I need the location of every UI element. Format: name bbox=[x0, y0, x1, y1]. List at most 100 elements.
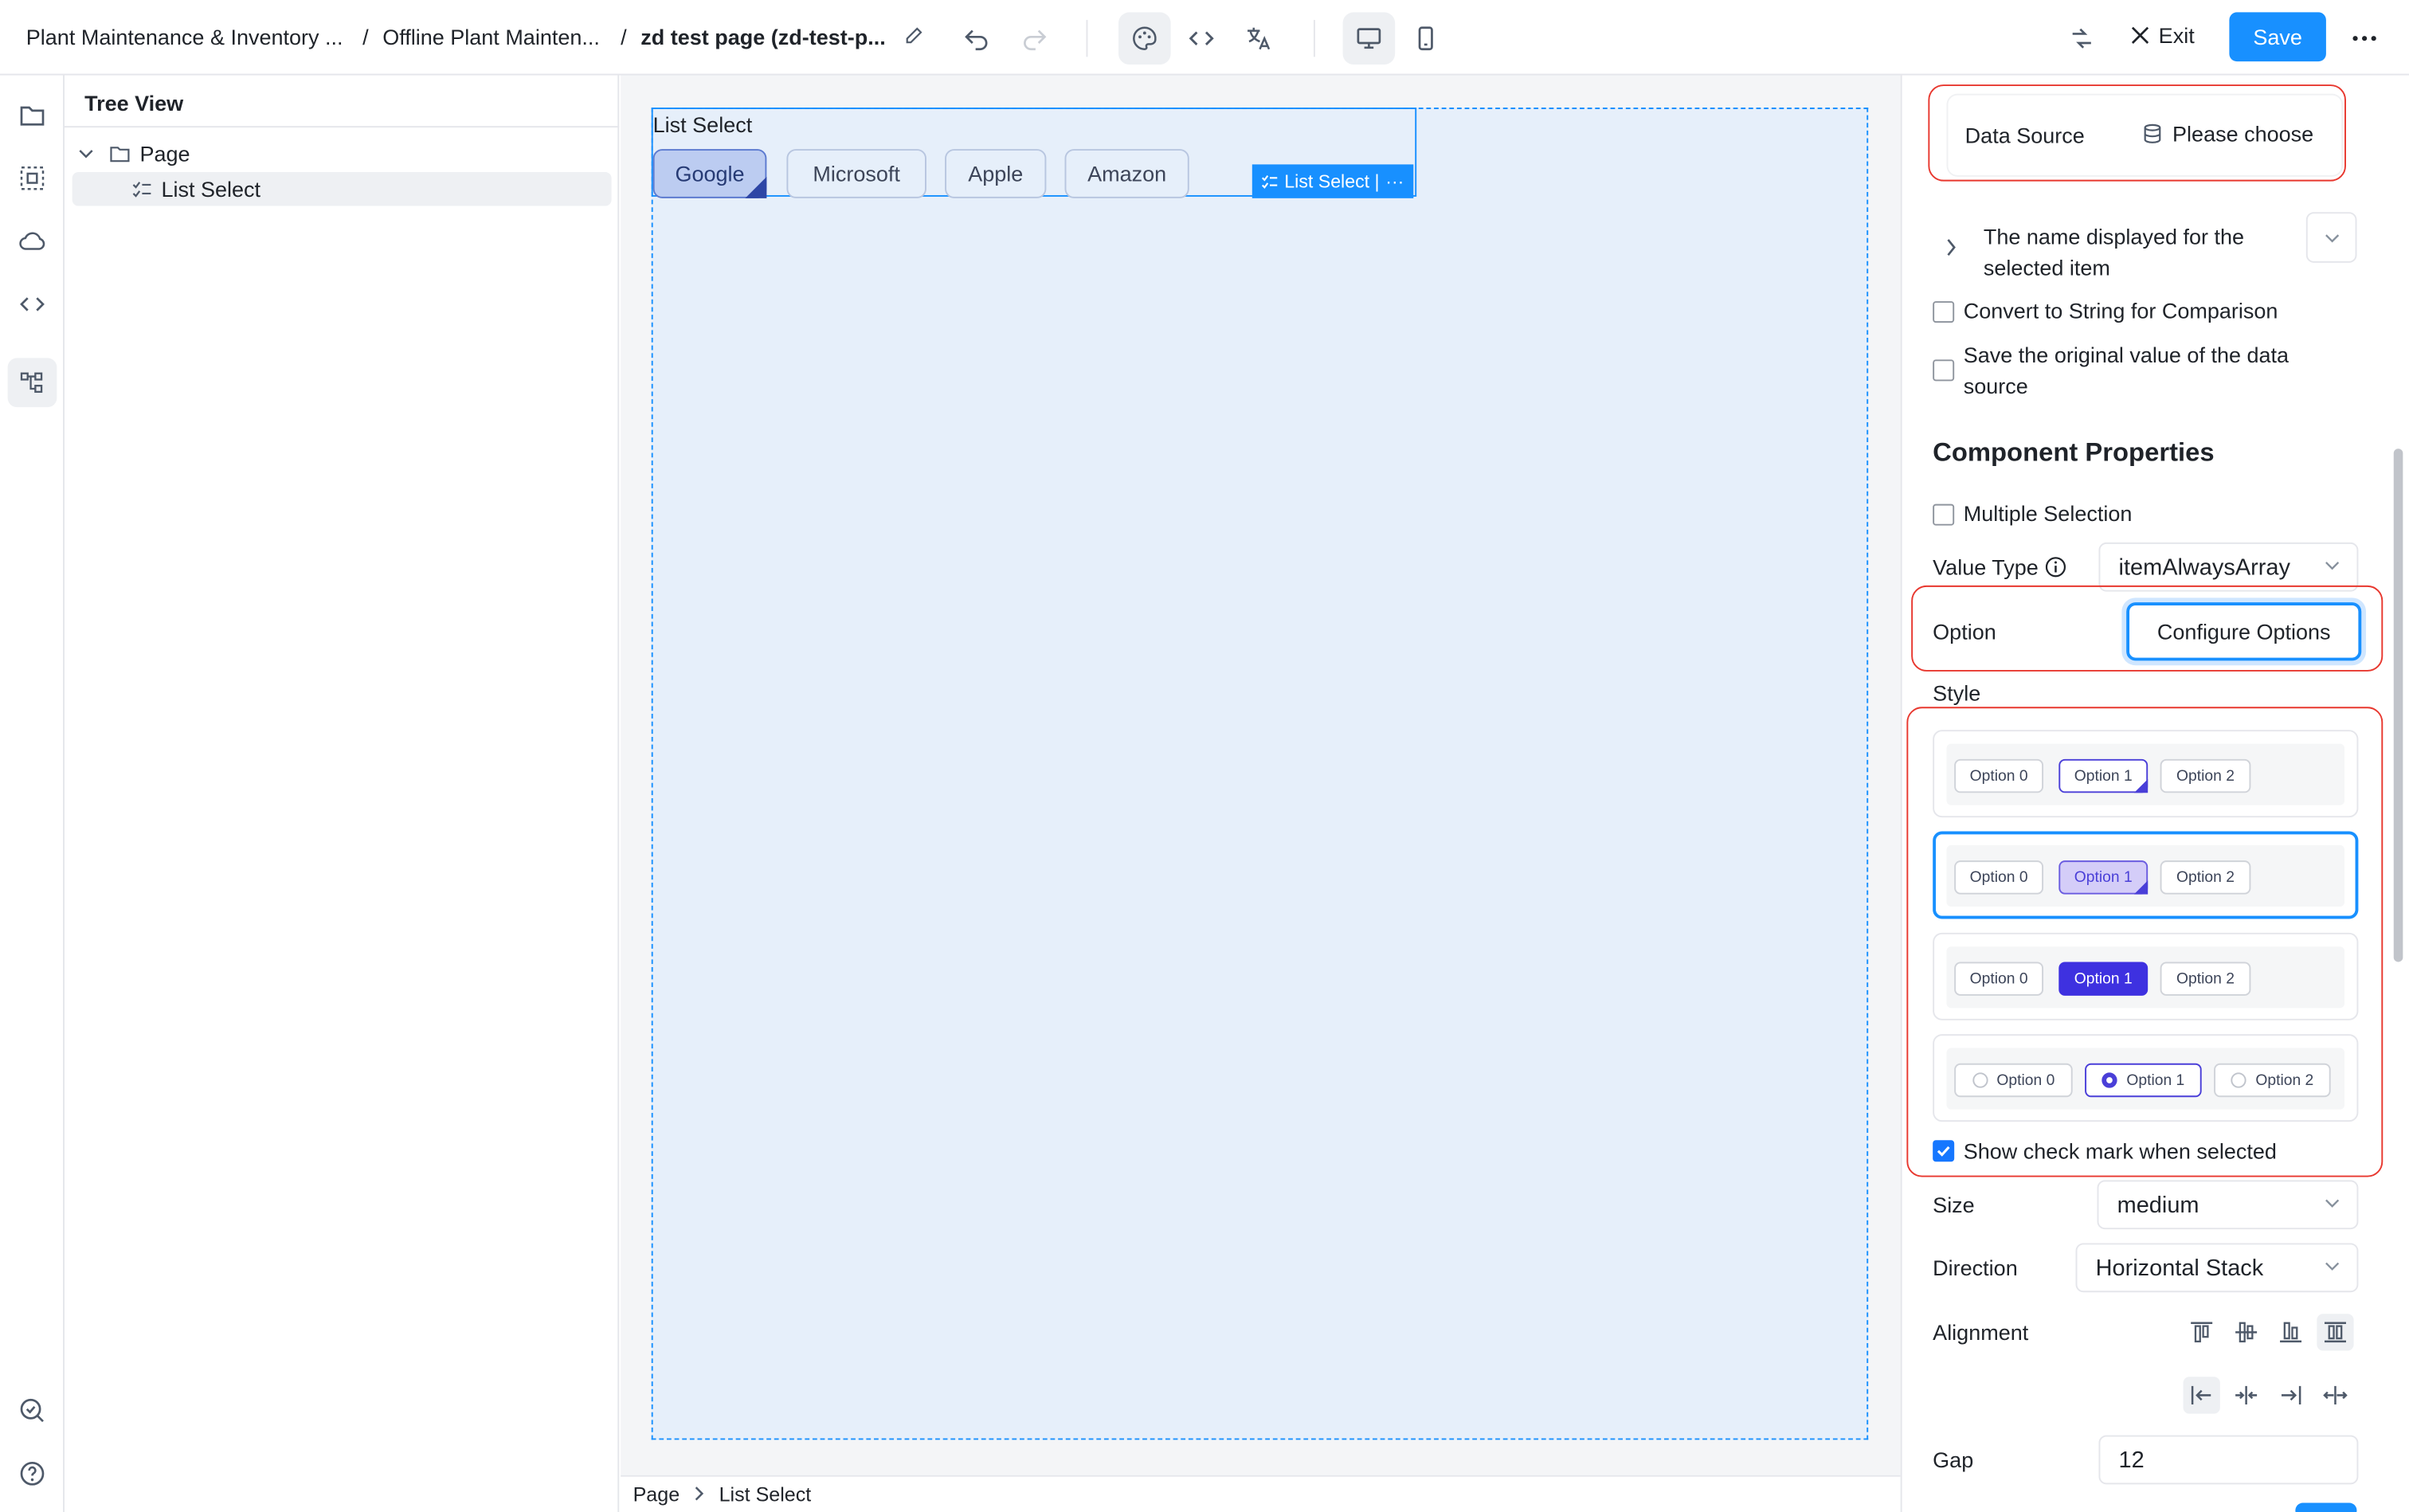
translate-icon[interactable] bbox=[1232, 12, 1285, 65]
highlight-box bbox=[1928, 84, 2346, 182]
component-tag[interactable]: List Select | ··· bbox=[1252, 164, 1413, 198]
align-bottom-icon[interactable] bbox=[2272, 1314, 2309, 1350]
style-preview-option: Option 0 bbox=[1954, 1063, 2073, 1098]
chevron-down-icon bbox=[2323, 556, 2341, 574]
multiple-selection-label: Multiple Selection bbox=[1963, 500, 2133, 526]
convert-string-label: Convert to String for Comparison bbox=[1963, 298, 2278, 323]
alignment-label: Alignment bbox=[1933, 1319, 2029, 1345]
style-preview-option: Option 1 bbox=[2058, 860, 2149, 895]
show-check-checkbox[interactable] bbox=[1933, 1140, 1955, 1162]
option-chip-apple[interactable]: Apple bbox=[945, 149, 1047, 198]
save-original-checkbox[interactable] bbox=[1933, 359, 1955, 382]
redo-icon[interactable] bbox=[1008, 12, 1060, 65]
tree-view-title: Tree View bbox=[84, 90, 184, 116]
option-chip-microsoft[interactable]: Microsoft bbox=[786, 149, 926, 198]
chevron-right-icon bbox=[693, 1486, 705, 1501]
edit-pencil-icon[interactable] bbox=[903, 26, 923, 46]
display-name-label: The name displayed for the selected item bbox=[1983, 224, 2245, 280]
style-preview-option: Option 1 bbox=[2058, 758, 2149, 793]
value-type-select[interactable]: itemAlwaysArray bbox=[2098, 542, 2359, 592]
mobile-view-icon[interactable] bbox=[1400, 12, 1452, 65]
radio-icon bbox=[1972, 1072, 1988, 1088]
tree-structure-icon[interactable] bbox=[7, 358, 57, 408]
style-option-outline[interactable]: Option 0 Option 1 Option 2 bbox=[1933, 730, 2359, 818]
more-menu-icon[interactable] bbox=[2338, 12, 2391, 65]
top-toolbar: Plant Maintenance & Inventory ... / Offl… bbox=[0, 0, 2409, 76]
cloud-icon[interactable] bbox=[8, 217, 57, 266]
divider bbox=[65, 126, 620, 128]
left-rail bbox=[0, 75, 65, 1512]
tree-node-label: List Select bbox=[161, 176, 261, 202]
status-breadcrumb: Page List Select bbox=[621, 1475, 1901, 1512]
style-preview-option: Option 0 bbox=[1954, 758, 2044, 793]
component-label: List Select bbox=[652, 112, 753, 137]
radio-icon bbox=[2231, 1072, 2246, 1088]
style-preview-option: Option 2 bbox=[2160, 962, 2251, 996]
desktop-view-icon[interactable] bbox=[1342, 12, 1396, 65]
direction-select[interactable]: Horizontal Stack bbox=[2075, 1243, 2359, 1293]
tree-node-list-select[interactable]: List Select bbox=[132, 177, 260, 202]
save-button[interactable]: Save bbox=[2229, 12, 2326, 62]
gap-label: Gap bbox=[1933, 1447, 1974, 1472]
style-preview-option: Option 0 bbox=[1954, 962, 2044, 996]
justify-space-between-icon[interactable] bbox=[2317, 1377, 2353, 1413]
selected-check-corner bbox=[745, 176, 767, 198]
gap-input[interactable]: 12 bbox=[2098, 1435, 2359, 1485]
undo-icon[interactable] bbox=[951, 12, 1004, 65]
publish-compare-icon[interactable] bbox=[2055, 12, 2108, 65]
style-preview-option: Option 2 bbox=[2160, 860, 2251, 895]
status-crumb-page[interactable]: Page bbox=[633, 1483, 680, 1506]
align-top-icon[interactable] bbox=[2184, 1314, 2220, 1350]
design-canvas: List Select Google Microsoft Apple Amazo… bbox=[621, 75, 1901, 1475]
style-option-solid[interactable]: Option 0 Option 1 Option 2 bbox=[1933, 932, 2359, 1020]
chevron-right-icon[interactable] bbox=[1945, 238, 1957, 257]
convert-string-checkbox[interactable] bbox=[1933, 301, 1955, 323]
justify-start-icon[interactable] bbox=[2183, 1377, 2220, 1414]
chevron-down-icon bbox=[79, 150, 93, 159]
option-chip-google[interactable]: Google bbox=[652, 149, 767, 198]
status-crumb-list-select[interactable]: List Select bbox=[719, 1483, 812, 1506]
panel-scrollbar[interactable] bbox=[2393, 449, 2403, 962]
breadcrumb-module[interactable]: Offline Plant Mainten... bbox=[382, 25, 600, 49]
code-icon[interactable] bbox=[1175, 12, 1228, 65]
justify-end-icon[interactable] bbox=[2272, 1377, 2309, 1413]
style-preview-option: Option 0 bbox=[1954, 860, 2044, 895]
style-preview-option: Option 2 bbox=[2214, 1063, 2331, 1098]
toggle-switch[interactable] bbox=[2295, 1502, 2357, 1512]
breadcrumb-separator: / bbox=[621, 24, 627, 49]
justify-center-icon[interactable] bbox=[2227, 1377, 2264, 1413]
highlight-box bbox=[1911, 585, 2384, 672]
search-issue-icon[interactable] bbox=[8, 1386, 57, 1436]
folder-icon[interactable] bbox=[8, 91, 57, 140]
list-check-icon bbox=[132, 181, 151, 197]
multiple-selection-checkbox[interactable] bbox=[1933, 503, 1955, 526]
code-icon[interactable] bbox=[8, 280, 57, 329]
value-type-label: Value Type bbox=[1933, 554, 2039, 580]
style-option-radio[interactable]: Option 0 Option 1 Option 2 bbox=[1933, 1034, 2359, 1122]
save-original-label: Save the original value of the data sour… bbox=[1963, 343, 2290, 398]
breadcrumb-page: zd test page (zd-test-p... bbox=[640, 24, 886, 49]
toolbar-divider bbox=[1086, 20, 1088, 57]
help-icon[interactable] bbox=[8, 1449, 57, 1498]
component-select-icon[interactable] bbox=[8, 154, 57, 203]
display-name-select[interactable] bbox=[2305, 212, 2357, 263]
size-label: Size bbox=[1933, 1192, 1975, 1217]
breadcrumb-app[interactable]: Plant Maintenance & Inventory ... bbox=[26, 25, 343, 49]
exit-button[interactable]: Exit bbox=[2131, 23, 2195, 48]
option-chip-amazon[interactable]: Amazon bbox=[1064, 149, 1189, 198]
direction-label: Direction bbox=[1933, 1255, 2018, 1280]
style-preview-option: Option 2 bbox=[2160, 758, 2251, 793]
tree-node-page[interactable]: Page bbox=[78, 141, 190, 166]
page-frame[interactable] bbox=[651, 108, 1869, 1440]
theme-palette-icon[interactable] bbox=[1118, 12, 1171, 65]
info-icon[interactable] bbox=[2045, 556, 2066, 578]
tree-node-label: Page bbox=[139, 141, 190, 166]
more-icon[interactable]: ··· bbox=[1385, 170, 1404, 192]
align-stretch-icon[interactable] bbox=[2317, 1314, 2354, 1351]
size-select[interactable]: medium bbox=[2097, 1180, 2359, 1230]
style-option-light-fill[interactable]: Option 0 Option 1 Option 2 bbox=[1933, 831, 2359, 919]
align-center-vertical-icon[interactable] bbox=[2227, 1314, 2264, 1350]
check-icon bbox=[1937, 1146, 1950, 1157]
style-preview-option: Option 1 bbox=[2085, 1063, 2202, 1098]
close-icon bbox=[2131, 26, 2149, 44]
